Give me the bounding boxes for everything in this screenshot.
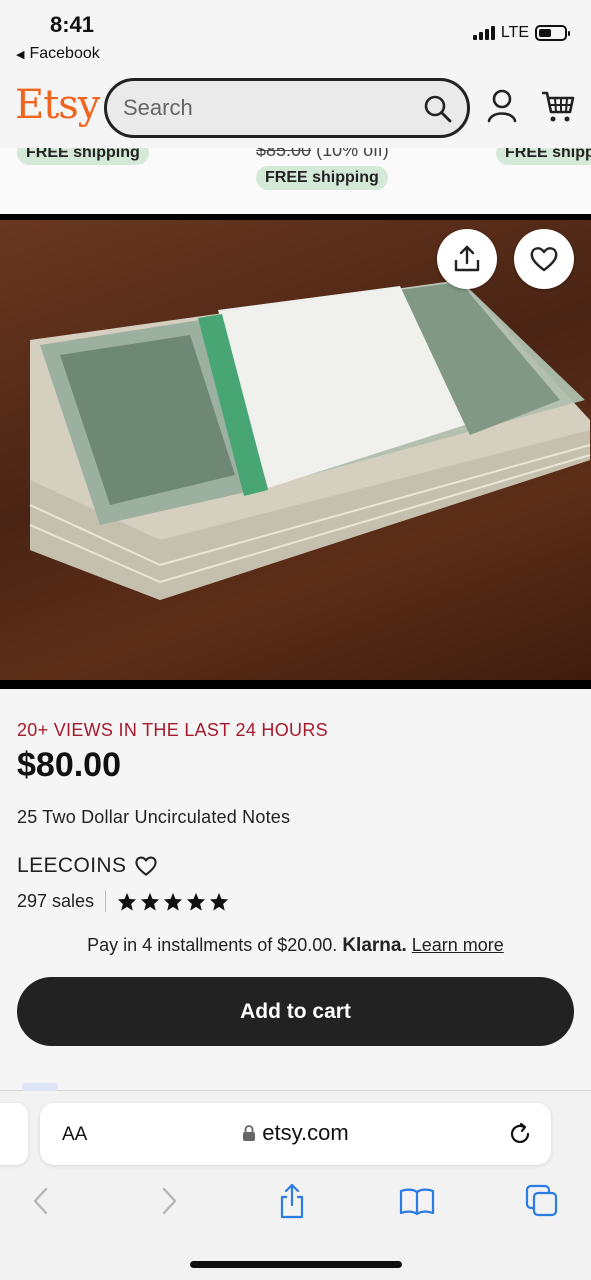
back-button[interactable]: [21, 1181, 61, 1221]
money-stack-illustration: [29, 280, 591, 600]
views-banner: 20+ VIEWS IN THE LAST 24 HOURS: [17, 720, 328, 740]
network-label: LTE: [500, 24, 529, 41]
share-button[interactable]: [437, 229, 497, 289]
back-to-app-link[interactable]: ◀ Facebook: [16, 45, 100, 63]
signal-icon: [472, 26, 495, 40]
free-shipping-badge: FREE shipping: [496, 148, 591, 165]
battery-icon: [535, 25, 570, 41]
shop-stats: 297 sales: [17, 890, 229, 912]
star-icon: [163, 892, 183, 911]
lock-icon: [243, 1125, 256, 1141]
add-to-cart-button[interactable]: Add to cart: [17, 977, 574, 1046]
share-page-button[interactable]: [272, 1181, 312, 1221]
sales-count: 297 sales: [17, 890, 95, 911]
home-indicator[interactable]: [190, 1261, 402, 1268]
share-icon: [454, 245, 480, 272]
tabs-button[interactable]: [522, 1181, 562, 1221]
search-bar[interactable]: [104, 78, 470, 138]
star-icon: [117, 892, 137, 911]
star-icon: [209, 892, 229, 911]
klarna-text: Pay in 4 installments of $20.00.: [87, 935, 338, 955]
search-input[interactable]: [123, 95, 403, 121]
free-shipping-badge: FREE shipping: [17, 148, 149, 165]
back-icon: [33, 1187, 48, 1215]
clock: 8:41: [50, 12, 95, 37]
forward-icon: [162, 1187, 177, 1215]
bookmarks-button[interactable]: [397, 1181, 437, 1221]
klarna-installments: Pay in 4 installments of $20.00. Klarna.…: [0, 935, 591, 957]
cart-icon[interactable]: [540, 88, 576, 124]
learn-more-link[interactable]: Learn more: [412, 935, 504, 955]
etsy-header: Etsy: [0, 70, 591, 148]
back-triangle-icon: ◀: [16, 48, 25, 61]
favorite-shop-icon[interactable]: [134, 855, 158, 877]
recommendation-strip[interactable]: FREE shipping $85.00 (10% off) FREE ship…: [0, 148, 591, 214]
back-app-label: Facebook: [29, 45, 100, 62]
account-icon[interactable]: [486, 88, 518, 124]
listing-price: $80.00: [17, 746, 121, 784]
product-image[interactable]: [0, 214, 591, 689]
listing-title: 25 Two Dollar Uncirculated Notes: [17, 807, 291, 827]
tab-stub: [22, 1083, 58, 1091]
shop-link[interactable]: LEECOINS: [17, 854, 158, 878]
rating-stars[interactable]: [117, 892, 229, 911]
url-text: etsy.com: [262, 1120, 349, 1145]
klarna-logo: Klarna.: [342, 935, 407, 956]
discount-price: $85.00 (10% off): [256, 148, 389, 161]
discount-label: (10% off): [316, 148, 389, 160]
etsy-logo[interactable]: Etsy: [15, 82, 100, 128]
forward-button[interactable]: [149, 1181, 189, 1221]
browser-toolbar: [0, 1181, 591, 1221]
free-shipping-badge: FREE shipping: [256, 166, 388, 190]
status-indicators: LTE: [472, 24, 570, 42]
tabs-icon: [525, 1184, 558, 1217]
previous-tab-preview[interactable]: [0, 1103, 28, 1165]
address-bar[interactable]: AA etsy.com: [40, 1103, 551, 1165]
share-icon: [280, 1183, 304, 1219]
status-bar: 8:41 ◀ Facebook LTE: [0, 0, 591, 70]
star-icon: [140, 892, 160, 911]
favorite-button[interactable]: [514, 229, 574, 289]
product-photo: [0, 220, 591, 680]
shop-name[interactable]: LEECOINS: [17, 854, 126, 878]
reload-icon[interactable]: [507, 1121, 533, 1147]
bookmarks-icon: [399, 1188, 435, 1216]
browser-bottom-bar: AA etsy.com: [0, 1083, 591, 1280]
search-icon[interactable]: [423, 94, 453, 124]
heart-icon: [530, 247, 558, 272]
url-display[interactable]: etsy.com: [40, 1120, 551, 1146]
divider: [105, 890, 107, 912]
star-icon: [186, 892, 206, 911]
old-price: $85.00: [256, 148, 312, 160]
